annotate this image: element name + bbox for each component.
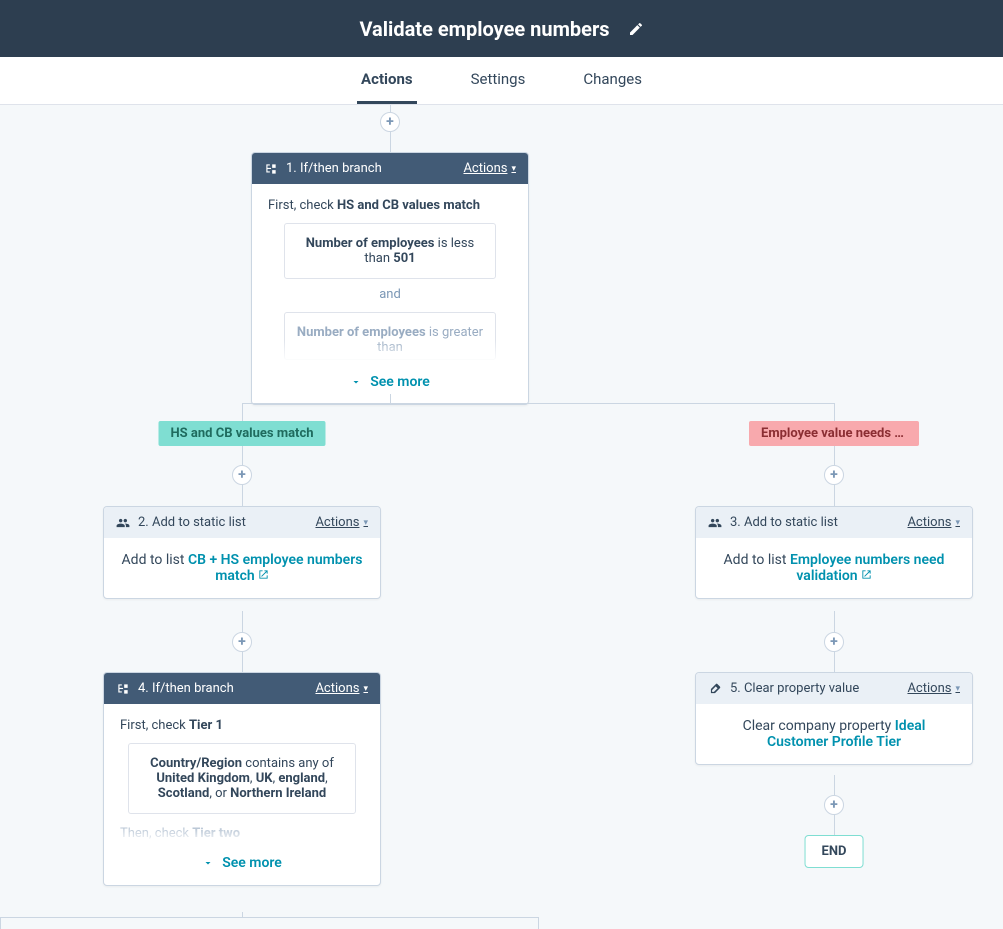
connector — [834, 403, 835, 506]
workflow-title: Validate employee numbers — [359, 17, 609, 41]
external-link-icon — [258, 569, 269, 580]
add-step-button[interactable]: + — [824, 465, 844, 485]
see-more-button[interactable]: See more — [268, 374, 512, 390]
branch-label-match: HS and CB values match — [158, 421, 325, 446]
connector — [0, 917, 538, 918]
branch-icon — [264, 162, 278, 176]
then-check-prefix: Then, check — [120, 826, 192, 841]
first-check-name: Tier 1 — [189, 718, 223, 733]
branch-label-needs: Employee value needs to … — [749, 421, 919, 446]
add-to-list-prefix: Add to list — [724, 552, 790, 568]
card-actions-menu[interactable]: Actions▾ — [315, 515, 368, 530]
first-check-prefix: First, check — [120, 718, 189, 733]
tab-bar: Actions Settings Changes — [0, 57, 1003, 105]
node-if-then-1[interactable]: 1. If/then branch Actions▾ First, check … — [251, 152, 529, 405]
first-check-prefix: First, check — [268, 198, 337, 213]
edit-title-icon[interactable] — [628, 21, 644, 37]
card-actions-menu[interactable]: Actions▾ — [907, 681, 960, 696]
card-header: 1. If/then branch Actions▾ — [252, 153, 528, 184]
card-body: Add to list CB + HS employee numbers mat… — [104, 538, 380, 598]
then-check-name: Tier two — [192, 826, 240, 841]
first-check-name: HS and CB values match — [337, 198, 480, 213]
add-to-list-prefix: Add to list — [122, 552, 188, 568]
connector — [538, 917, 539, 929]
list-link[interactable]: CB + HS employee numbers match — [188, 552, 363, 584]
card-header: 5. Clear property value Actions▾ — [696, 673, 972, 704]
card-actions-menu[interactable]: Actions▾ — [463, 161, 516, 176]
list-icon — [116, 516, 130, 530]
tab-actions[interactable]: Actions — [357, 57, 417, 104]
list-link[interactable]: Employee numbers need valida­tion — [790, 552, 945, 584]
chevron-down-icon — [202, 857, 214, 869]
connector — [242, 403, 243, 506]
add-step-button[interactable]: + — [232, 465, 252, 485]
node-add-list-2[interactable]: 2. Add to static list Actions▾ Add to li… — [103, 506, 381, 599]
see-more-button[interactable]: See more — [120, 855, 364, 871]
card-title: 4. If/then branch — [138, 681, 234, 696]
add-step-button[interactable]: + — [380, 112, 400, 132]
connector — [0, 917, 1, 929]
add-step-button[interactable]: + — [824, 632, 844, 652]
node-if-then-4[interactable]: 4. If/then branch Actions▾ First, check … — [103, 672, 381, 886]
card-actions-menu[interactable]: Actions▾ — [907, 515, 960, 530]
card-title: 1. If/then branch — [286, 161, 382, 176]
card-body: First, check Tier 1 Country/Region conta… — [104, 704, 380, 885]
add-step-button[interactable]: + — [232, 632, 252, 652]
criteria-box: Number of employees is less than 501 — [284, 223, 496, 279]
and-label: and — [268, 287, 512, 302]
end-node: END — [805, 835, 864, 868]
branch-icon — [116, 682, 130, 696]
tab-changes[interactable]: Changes — [579, 57, 646, 104]
criteria-box: Country/Region contains any of United Ki… — [128, 743, 356, 814]
card-header: 4. If/then branch Actions▾ — [104, 673, 380, 704]
card-header: 2. Add to static list Actions▾ — [104, 507, 380, 538]
list-icon — [708, 516, 722, 530]
workflow-canvas[interactable]: + 1. If/then branch Actions▾ First, chec… — [0, 105, 1003, 929]
clear-prop-prefix: Clear company property — [743, 718, 895, 734]
connector — [242, 403, 834, 404]
card-title: 5. Clear property value — [730, 681, 859, 696]
card-title: 3. Add to static list — [730, 515, 838, 530]
card-body: Add to list Employee numbers need valida… — [696, 538, 972, 598]
workflow-header: Validate employee numbers — [0, 0, 1003, 57]
chevron-down-icon — [350, 376, 362, 388]
tab-settings[interactable]: Settings — [467, 57, 530, 104]
external-link-icon — [861, 569, 872, 580]
node-add-list-3[interactable]: 3. Add to static list Actions▾ Add to li… — [695, 506, 973, 599]
criteria-box-faded: Number of employees is greater than — [284, 312, 496, 360]
card-actions-menu[interactable]: Actions▾ — [315, 681, 368, 696]
card-header: 3. Add to static list Actions▾ — [696, 507, 972, 538]
card-body: First, check HS and CB values match Numb… — [252, 184, 528, 404]
eraser-icon — [708, 682, 722, 696]
add-step-button[interactable]: + — [824, 795, 844, 815]
node-clear-property-5[interactable]: 5. Clear property value Actions▾ Clear c… — [695, 672, 973, 765]
card-title: 2. Add to static list — [138, 515, 246, 530]
card-body: Clear company property Ideal Customer Pr… — [696, 704, 972, 764]
